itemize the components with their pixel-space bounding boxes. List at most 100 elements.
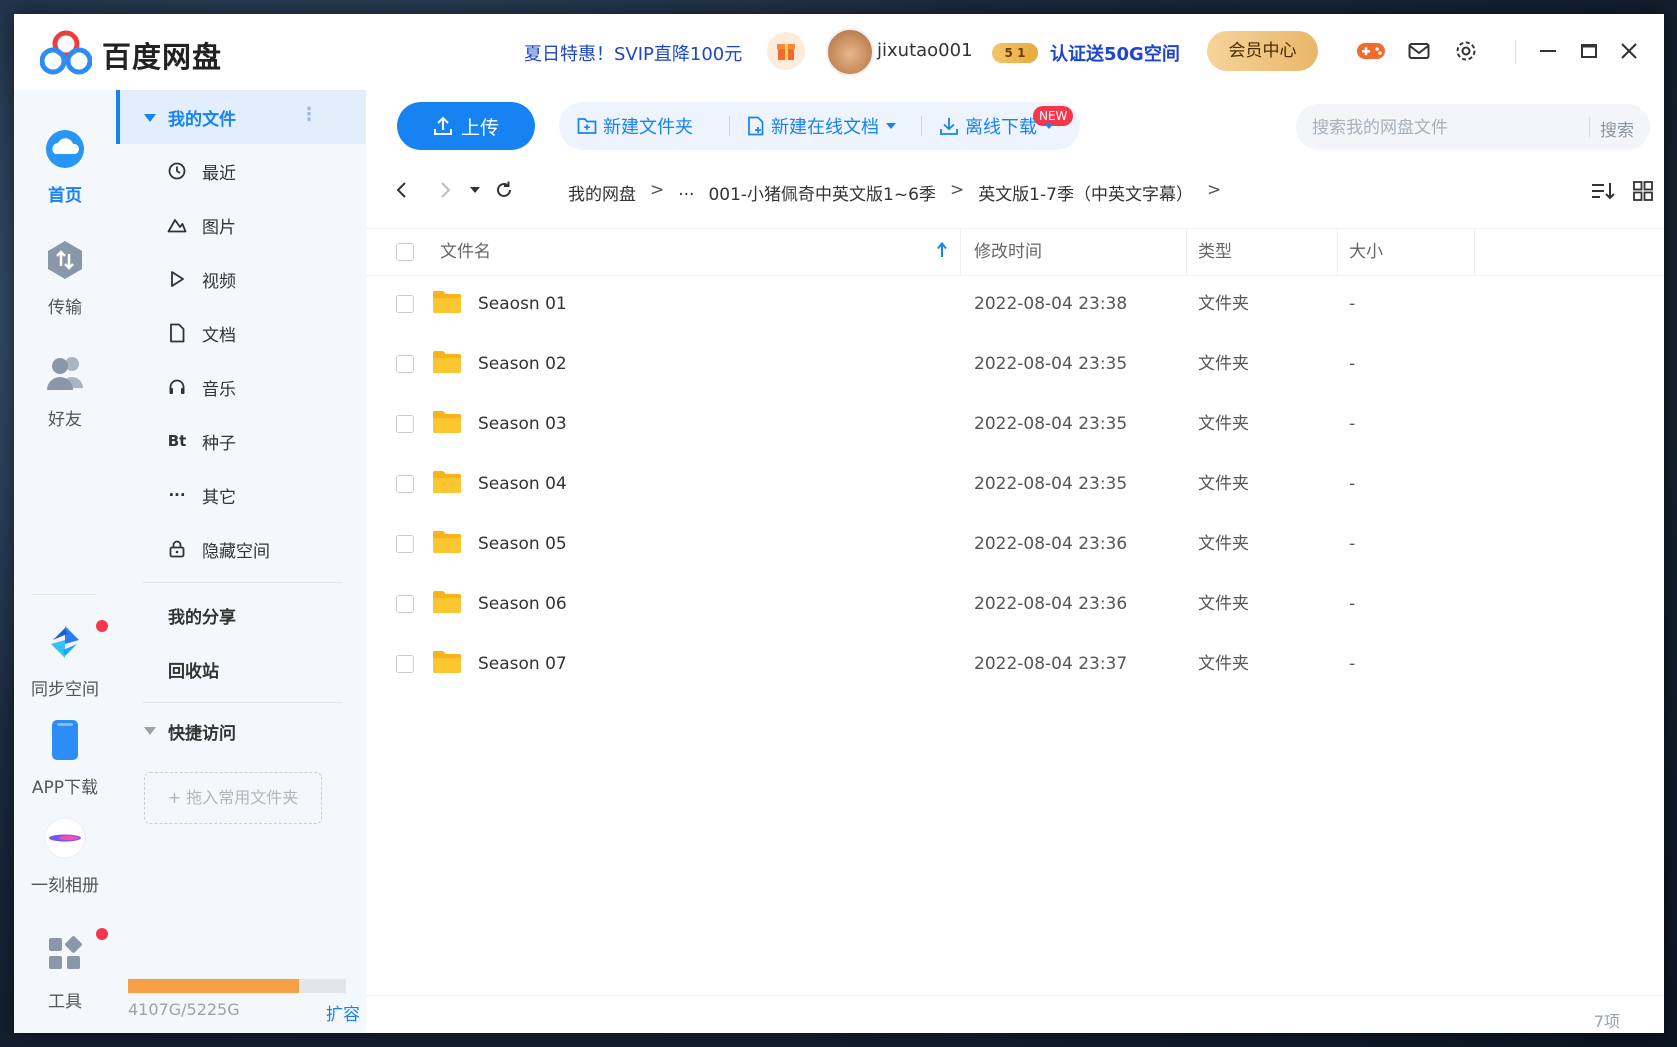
table-row[interactable]: Season 06 2022-08-04 23:36 文件夹 - (366, 574, 1664, 634)
rail-item-home[interactable]: 首页 (14, 126, 116, 206)
table-row[interactable]: Season 04 2022-08-04 23:35 文件夹 - (366, 454, 1664, 514)
breadcrumb-item[interactable]: 001-小猪佩奇中英文版1~6季 (708, 180, 935, 205)
sidebar-item-recent[interactable]: 最近 (116, 144, 366, 198)
member-center-button[interactable]: 会员中心 (1207, 31, 1318, 71)
rail-label-album: 一刻相册 (31, 876, 99, 896)
search-input[interactable] (1310, 104, 1584, 152)
lock-icon (166, 538, 188, 560)
table-row[interactable]: Season 02 2022-08-04 23:35 文件夹 - (366, 334, 1664, 394)
breadcrumb-ellipsis[interactable]: ... (678, 180, 694, 205)
rail-item-transfer[interactable]: 传输 (14, 238, 116, 318)
sidebar-item-recycle-bin[interactable]: 回收站 (116, 642, 366, 696)
sidebar-item-label: 视频 (202, 271, 236, 292)
expand-storage-link[interactable]: 扩容 (326, 1000, 360, 1025)
toolbar-divider (921, 116, 922, 136)
row-checkbox[interactable] (396, 535, 414, 553)
rail-label-tools: 工具 (48, 992, 82, 1012)
file-name[interactable]: Season 04 (478, 454, 567, 514)
breadcrumb-item[interactable]: 我的网盘 (568, 180, 636, 205)
breadcrumb-separator-icon[interactable]: > (1207, 180, 1221, 205)
column-divider (960, 229, 961, 275)
upload-button[interactable]: 上传 (397, 102, 535, 150)
file-name[interactable]: Season 02 (478, 334, 567, 394)
chevron-down-icon (144, 727, 156, 735)
row-checkbox[interactable] (396, 655, 414, 673)
title-bar: 百度网盘 夏日特惠！SVIP直降100元 jixutao001 5 1 认证送5… (14, 14, 1664, 90)
sidebar-item-label: 图片 (202, 217, 236, 238)
new-online-doc-label: 新建在线文档 (771, 117, 879, 138)
row-checkbox[interactable] (396, 295, 414, 313)
sort-ascending-icon[interactable] (936, 241, 948, 263)
refresh-icon[interactable] (490, 176, 518, 204)
gift-icon[interactable] (767, 32, 805, 70)
file-name[interactable]: Season 05 (478, 514, 567, 574)
table-row[interactable]: Season 07 2022-08-04 23:37 文件夹 - (366, 634, 1664, 694)
sidebar-item-documents[interactable]: 文档 (116, 306, 366, 360)
select-all-checkbox[interactable] (396, 243, 414, 261)
table-row[interactable]: Season 05 2022-08-04 23:36 文件夹 - (366, 514, 1664, 574)
table-row[interactable]: Seaosn 01 2022-08-04 23:38 文件夹 - (366, 274, 1664, 334)
breadcrumb-item[interactable]: 英文版1-7季（中英文字幕） (978, 180, 1193, 205)
grid-view-icon[interactable] (1628, 176, 1658, 206)
row-checkbox[interactable] (396, 475, 414, 493)
table-row[interactable]: Season 03 2022-08-04 23:35 文件夹 - (366, 394, 1664, 454)
close-icon[interactable] (1614, 36, 1644, 66)
file-type: 文件夹 (1198, 534, 1249, 554)
new-online-doc-button[interactable]: 新建在线文档 (747, 102, 897, 150)
back-arrow-icon[interactable] (388, 176, 416, 204)
history-dropdown-icon[interactable] (461, 176, 489, 204)
new-folder-button[interactable]: 新建文件夹 (577, 102, 693, 150)
sidebar-item-my-files[interactable]: 我的文件 ⋮ (116, 90, 366, 144)
rail-item-friends[interactable]: 好友 (14, 350, 116, 430)
rail-label-home: 首页 (48, 186, 82, 206)
column-header-modified[interactable]: 修改时间 (974, 229, 1042, 275)
status-bar: 7项 (366, 995, 1664, 1033)
certification-link[interactable]: 认证送50G空间 (1050, 40, 1180, 66)
album-icon (44, 817, 86, 859)
file-modified-time: 2022-08-04 23:37 (974, 654, 1128, 674)
forward-arrow-icon[interactable] (431, 176, 459, 204)
row-checkbox[interactable] (396, 415, 414, 433)
app-title: 百度网盘 (102, 40, 223, 74)
row-checkbox[interactable] (396, 355, 414, 373)
sidebar-item-others[interactable]: ··· 其它 (116, 468, 366, 522)
file-type: 文件夹 (1198, 414, 1249, 434)
vip-level-badge[interactable]: 5 1 (992, 43, 1038, 63)
more-vertical-icon[interactable]: ⋮ (300, 104, 318, 126)
file-name[interactable]: Season 03 (478, 394, 567, 454)
sidebar-item-hidden-space[interactable]: 隐藏空间 (116, 522, 366, 576)
search-button[interactable]: 搜索 (1600, 116, 1634, 141)
sidebar-item-quick-access[interactable]: 快捷访问 (116, 702, 366, 760)
rail-item-album[interactable]: 一刻相册 (14, 816, 116, 896)
sort-list-icon[interactable] (1588, 176, 1618, 206)
sidebar-item-pictures[interactable]: 图片 (116, 198, 366, 252)
sidebar-item-videos[interactable]: 视频 (116, 252, 366, 306)
column-header-name[interactable]: 文件名 (440, 229, 491, 275)
mail-icon[interactable] (1404, 36, 1434, 66)
rail-item-tools[interactable]: 工具 (14, 928, 116, 1012)
promo-link[interactable]: 夏日特惠！SVIP直降100元 (524, 40, 742, 66)
sidebar-item-torrents[interactable]: Bt 种子 (116, 414, 366, 468)
file-name[interactable]: Season 06 (478, 574, 567, 634)
rail-item-sync-space[interactable]: 同步空间 (14, 620, 116, 700)
column-header-type[interactable]: 类型 (1198, 229, 1232, 275)
chevron-down-icon (144, 114, 156, 122)
maximize-icon[interactable] (1574, 36, 1604, 66)
file-name[interactable]: Season 07 (478, 634, 567, 694)
sidebar-item-my-share[interactable]: 我的分享 (116, 588, 366, 642)
dropdown-arrow-icon (886, 123, 896, 129)
sidebar-item-music[interactable]: 音乐 (116, 360, 366, 414)
column-header-size[interactable]: 大小 (1349, 229, 1383, 275)
offline-download-button[interactable]: 离线下载 (939, 102, 1055, 150)
game-controller-icon[interactable] (1356, 36, 1386, 66)
rail-item-app-download[interactable]: APP下载 (14, 718, 116, 798)
settings-gear-icon[interactable] (1451, 36, 1481, 66)
file-name[interactable]: Seaosn 01 (478, 274, 567, 334)
drop-favorite-folder-zone[interactable]: + 拖入常用文件夹 (144, 772, 322, 824)
user-avatar[interactable] (826, 28, 874, 76)
search-divider (1589, 117, 1590, 137)
minimize-icon[interactable] (1533, 36, 1563, 66)
storage-quota-bar (128, 979, 346, 993)
row-checkbox[interactable] (396, 595, 414, 613)
username[interactable]: jixutao001 (877, 40, 973, 61)
